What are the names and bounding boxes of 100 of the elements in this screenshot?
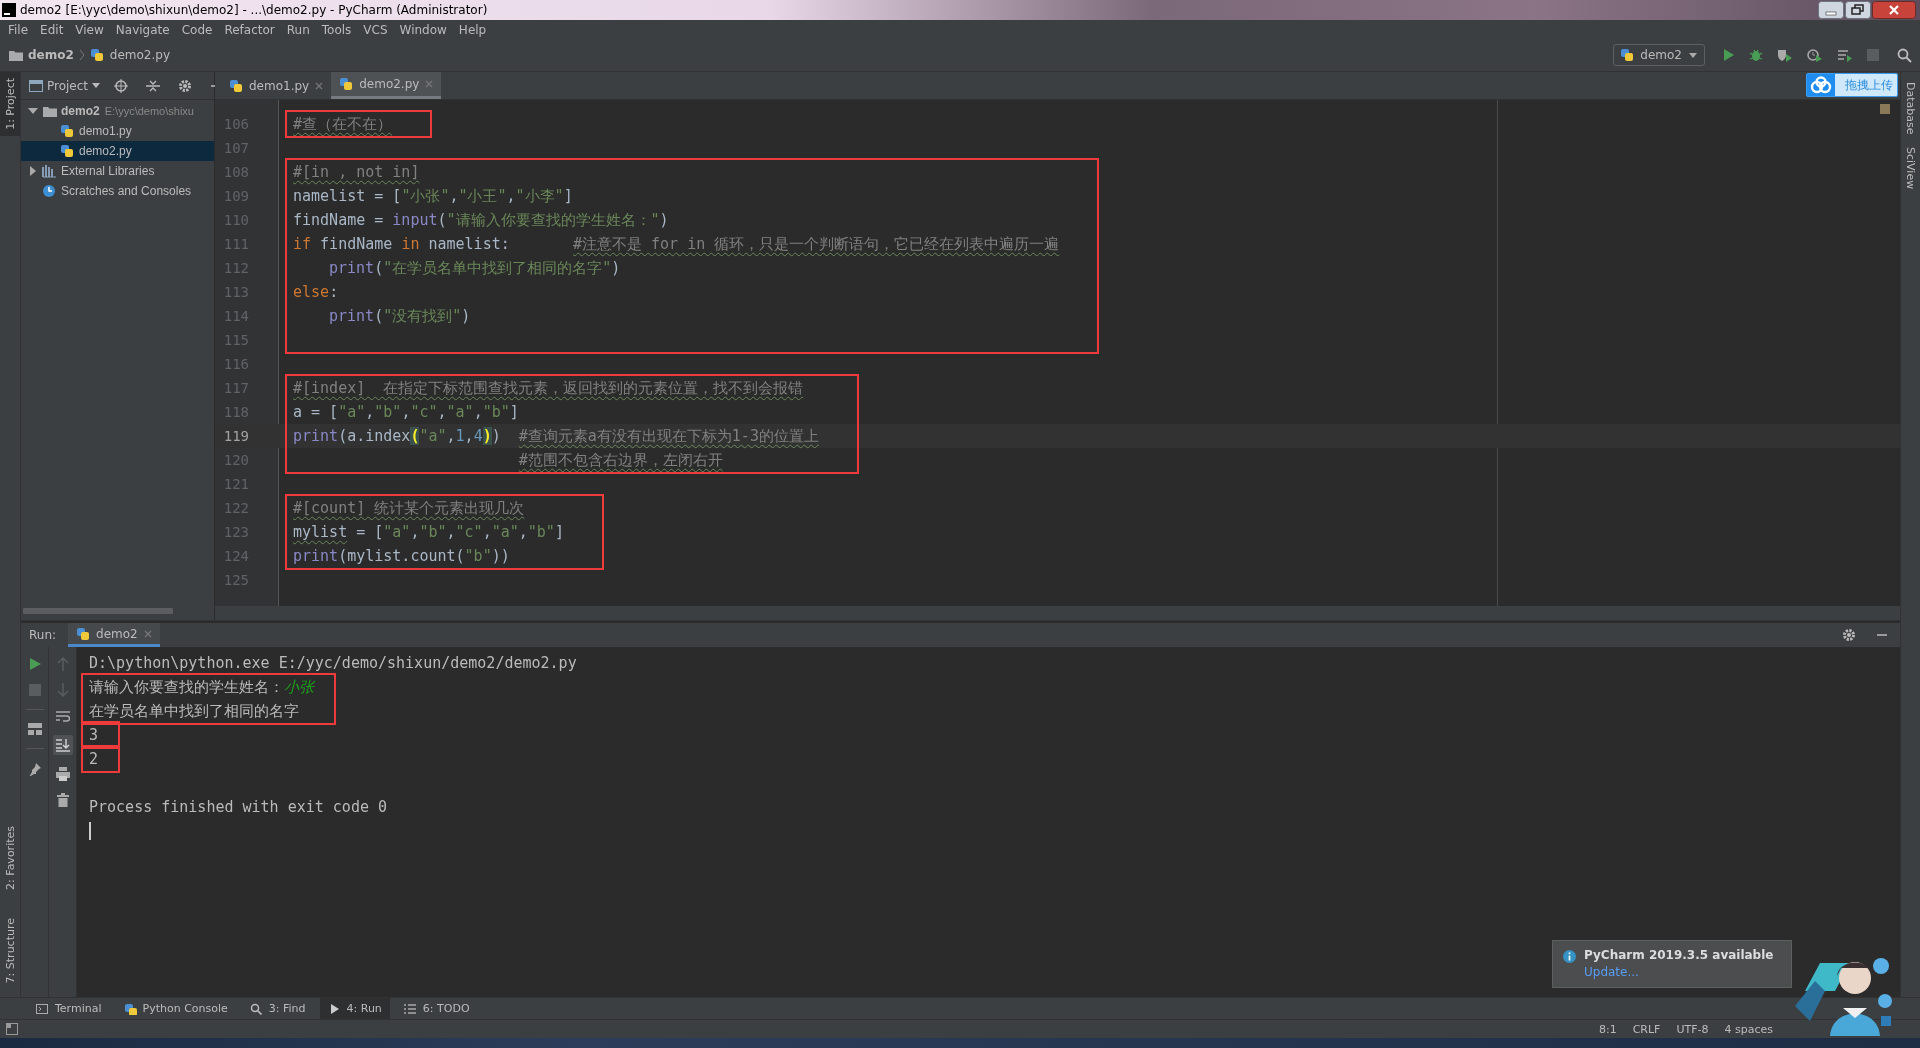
code-line: print(a.index("a",1,4)) #查询元素a有没有出现在下标为1-3的位置上 bbox=[293, 426, 819, 446]
tool-window-tab[interactable]: 2: Favorites bbox=[0, 819, 20, 896]
scrollbar[interactable] bbox=[23, 608, 173, 614]
close-button[interactable] bbox=[1872, 1, 1916, 19]
restore-button[interactable] bbox=[1845, 1, 1871, 19]
console-line: Process finished with exit code 0 bbox=[89, 798, 387, 816]
python-file-icon bbox=[60, 144, 76, 158]
panel-icon bbox=[29, 79, 43, 92]
up-arrow-icon bbox=[56, 657, 69, 671]
trash-icon[interactable] bbox=[56, 793, 69, 807]
tool-window-button[interactable]: Terminal bbox=[28, 997, 110, 1020]
settings-icon[interactable] bbox=[1842, 628, 1856, 642]
panel-toggle-icon[interactable] bbox=[6, 1023, 18, 1035]
menu-item[interactable]: Tools bbox=[315, 22, 358, 37]
code-line: mylist = ["a","b","c","a","b"] bbox=[293, 523, 564, 541]
editor-tab[interactable]: demo2.py bbox=[331, 72, 442, 99]
collapse-icon[interactable] bbox=[146, 78, 161, 93]
collapsed-arrow-icon[interactable] bbox=[28, 166, 38, 176]
menu-item[interactable]: File bbox=[2, 22, 35, 37]
tool-window-tab[interactable]: Database bbox=[1901, 76, 1920, 141]
tree-item[interactable]: External Libraries bbox=[21, 161, 214, 181]
run-icon[interactable] bbox=[27, 657, 42, 671]
menu-item[interactable]: Code bbox=[175, 22, 219, 37]
code-line: if findName in namelist: #注意不是 for in 循环，只是一个判断语句，它已经在列表中遍历一遍 bbox=[293, 234, 1060, 254]
search-icon bbox=[249, 1002, 264, 1015]
tree-item[interactable]: Scratches and Consoles bbox=[21, 181, 214, 201]
console-line: 请输入你要查找的学生姓名：小张 bbox=[89, 677, 314, 697]
code-line: print(mylist.count("b")) bbox=[293, 547, 510, 565]
console-line: 在学员名单中找到了相同的名字 bbox=[89, 701, 299, 721]
menu-item[interactable]: Run bbox=[280, 22, 316, 37]
python-icon bbox=[76, 626, 91, 641]
menu-item[interactable]: Refactor bbox=[218, 22, 281, 37]
menu-item[interactable]: Edit bbox=[34, 22, 70, 37]
stop-icon bbox=[1867, 49, 1879, 61]
menu-item[interactable]: VCS bbox=[357, 22, 394, 37]
python-icon bbox=[123, 1002, 138, 1015]
tool-window-tab[interactable]: 1: Project bbox=[0, 72, 20, 136]
status-item[interactable]: CRLF bbox=[1632, 1022, 1661, 1036]
run-tab[interactable]: demo2 bbox=[68, 623, 160, 647]
printer-icon[interactable] bbox=[55, 767, 70, 781]
python-file-icon bbox=[89, 48, 106, 62]
tree-item[interactable]: demo1.py bbox=[21, 121, 214, 141]
code-line: #[in , not in] bbox=[293, 163, 420, 181]
folder-icon bbox=[8, 48, 24, 62]
upload-widget[interactable]: 拖拽上传 bbox=[1806, 73, 1898, 97]
status-item[interactable]: UTF-8 bbox=[1676, 1022, 1709, 1036]
menu-item[interactable]: View bbox=[69, 22, 110, 37]
tool-window-button[interactable]: 4: Run bbox=[319, 997, 390, 1020]
search-icon[interactable] bbox=[1897, 47, 1912, 63]
pin-icon[interactable] bbox=[27, 762, 42, 776]
console-line: 2 bbox=[89, 750, 99, 768]
tool-window-tab[interactable]: SciView bbox=[1901, 140, 1920, 195]
status-item[interactable]: 8:1 bbox=[1598, 1022, 1617, 1036]
code-line: a = ["a","b","c","a","b"] bbox=[293, 403, 519, 421]
settings-icon[interactable] bbox=[178, 78, 193, 93]
text-cursor bbox=[89, 822, 91, 840]
shield-run-icon[interactable] bbox=[1777, 48, 1793, 62]
chevron-icon bbox=[77, 49, 86, 61]
tree-item[interactable]: demo2.py bbox=[21, 141, 214, 161]
code-line: else: bbox=[293, 283, 339, 301]
down-arrow-icon bbox=[56, 683, 69, 697]
console-line: 3 bbox=[89, 726, 99, 744]
list-icon bbox=[403, 1002, 418, 1015]
code-line: #范围不包含右边界，左闭右开 bbox=[517, 450, 723, 470]
code-line: namelist = ["小张","小王","小李"] bbox=[293, 186, 573, 206]
breadcrumb-item[interactable]: demo2 bbox=[28, 48, 74, 62]
menu-item[interactable]: Window bbox=[393, 22, 453, 37]
minimize-button[interactable] bbox=[1818, 1, 1844, 19]
scroll-to-end-button[interactable] bbox=[52, 735, 73, 755]
list-run-icon[interactable] bbox=[1837, 48, 1853, 62]
crosshair-icon[interactable] bbox=[114, 78, 129, 93]
library-icon bbox=[42, 164, 58, 178]
bug-icon[interactable] bbox=[1749, 48, 1763, 62]
tool-window-button[interactable]: 6: TODO bbox=[395, 997, 478, 1020]
tree-item[interactable]: demo2 E:\yyc\demo\shixu bbox=[21, 101, 214, 121]
dropdown-arrow-icon bbox=[1688, 51, 1698, 59]
python-file-icon bbox=[339, 77, 354, 91]
clock-run-icon[interactable] bbox=[1807, 48, 1823, 62]
expanded-arrow-icon[interactable] bbox=[28, 106, 38, 116]
dropdown-arrow-icon bbox=[92, 82, 101, 89]
close-icon[interactable] bbox=[315, 81, 324, 90]
tool-window-button[interactable]: Python Console bbox=[115, 997, 236, 1020]
cloud-icon bbox=[1807, 74, 1835, 96]
menu-item[interactable]: Help bbox=[452, 22, 493, 37]
status-item[interactable]: 4 spaces bbox=[1724, 1022, 1773, 1036]
breadcrumb-item[interactable]: demo2.py bbox=[109, 48, 171, 62]
update-link[interactable]: Update... bbox=[1584, 965, 1774, 979]
soft-wrap-icon[interactable] bbox=[55, 709, 70, 723]
editor-tab[interactable]: demo1.py bbox=[221, 72, 332, 99]
panel-title: Run: bbox=[29, 628, 57, 642]
tool-window-tab[interactable]: 7: Structure bbox=[0, 911, 20, 989]
project-view-dropdown[interactable]: Project bbox=[29, 78, 101, 93]
layout-icon[interactable] bbox=[27, 723, 42, 735]
tool-window-button[interactable]: 3: Find bbox=[241, 997, 314, 1020]
run-icon[interactable] bbox=[1721, 48, 1735, 62]
app-logo-icon bbox=[2, 3, 16, 17]
python-file-icon bbox=[60, 124, 76, 138]
run-configuration-dropdown[interactable]: demo2 bbox=[1613, 44, 1705, 66]
menu-item[interactable]: Navigate bbox=[109, 22, 176, 37]
inspection-status-icon bbox=[1880, 104, 1890, 114]
